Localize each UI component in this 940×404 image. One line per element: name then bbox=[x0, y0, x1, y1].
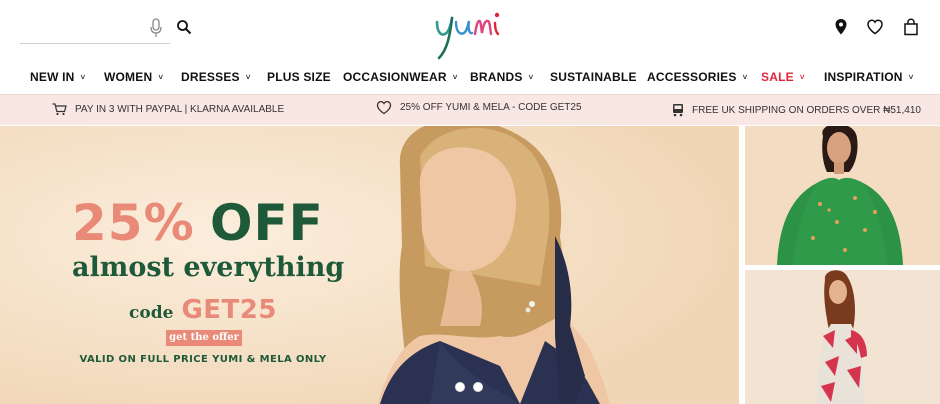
carousel-dot-2[interactable] bbox=[473, 382, 483, 392]
get-the-offer-button[interactable]: get the offer bbox=[166, 330, 242, 346]
nav-item-new-in[interactable]: NEW IN ˅ bbox=[30, 70, 85, 84]
product-tile-green-top[interactable] bbox=[745, 126, 940, 265]
hero-discount-off: OFF bbox=[210, 194, 324, 252]
hero-terms: VALID ON FULL PRICE YUMI & MELA ONLY bbox=[79, 354, 327, 365]
shopping-bag-icon[interactable] bbox=[902, 18, 920, 36]
nav-item-label: ACCESSORIES bbox=[647, 70, 737, 84]
hero-subtitle: almost everything bbox=[72, 252, 345, 283]
chevron-down-icon: ˅ bbox=[452, 73, 458, 82]
chevron-down-icon: ˅ bbox=[799, 73, 805, 82]
promo-item-shipping[interactable]: FREE UK SHIPPING ON ORDERS OVER ₦51,410 bbox=[672, 103, 921, 117]
nav-item-brands[interactable]: BRANDS ˅ bbox=[470, 70, 533, 84]
nav-item-women[interactable]: WOMEN ˅ bbox=[104, 70, 163, 84]
delivery-truck-icon bbox=[673, 104, 683, 117]
nav-item-label: SALE bbox=[761, 70, 794, 84]
nav-item-label: WOMEN bbox=[104, 70, 153, 84]
nav-item-label: INSPIRATION bbox=[824, 70, 903, 84]
chevron-down-icon: ˅ bbox=[158, 73, 164, 82]
hero-code-value: GET25 bbox=[181, 295, 277, 325]
chevron-down-icon: ˅ bbox=[245, 73, 251, 82]
nav-item-accessories[interactable]: ACCESSORIES ˅ bbox=[647, 70, 747, 84]
search-icon[interactable] bbox=[176, 19, 192, 35]
nav-item-label: SUSTAINABLE bbox=[550, 70, 637, 84]
carousel-dot-1[interactable] bbox=[455, 382, 465, 392]
promo-item-discount[interactable]: 25% OFF YUMI & MELA - CODE GET25 bbox=[376, 100, 582, 115]
hero-banner[interactable]: 25% OFF almost everything code GET25 get … bbox=[0, 126, 739, 404]
nav-item-label: BRANDS bbox=[470, 70, 523, 84]
nav-item-plus-size[interactable]: PLUS SIZE bbox=[267, 70, 331, 84]
nav-item-sustainable[interactable]: SUSTAINABLE bbox=[550, 70, 637, 84]
promo-text: FREE UK SHIPPING ON ORDERS OVER ₦51,410 bbox=[692, 104, 921, 116]
chevron-down-icon: ˅ bbox=[528, 73, 534, 82]
heart-icon[interactable] bbox=[866, 18, 884, 36]
chevron-down-icon: ˅ bbox=[742, 73, 748, 82]
promo-strip: PAY IN 3 WITH PAYPAL | KLARNA AVAILABLE … bbox=[0, 94, 940, 125]
promo-text: PAY IN 3 WITH PAYPAL | KLARNA AVAILABLE bbox=[75, 104, 285, 115]
product-image bbox=[745, 126, 940, 265]
microphone-icon[interactable] bbox=[148, 18, 164, 38]
chevron-down-icon: ˅ bbox=[80, 73, 86, 82]
chevron-down-icon: ˅ bbox=[908, 73, 914, 82]
hero-code-label: code bbox=[129, 303, 174, 323]
location-pin-icon[interactable] bbox=[832, 18, 850, 36]
promo-text: 25% OFF YUMI & MELA - CODE GET25 bbox=[400, 102, 582, 113]
hero-discount-percent: 25% bbox=[72, 194, 195, 252]
hero-promo-code: code GET25 bbox=[72, 295, 334, 325]
nav-item-sale[interactable]: SALE ˅ bbox=[761, 70, 805, 84]
site-header bbox=[0, 0, 940, 62]
nav-item-dresses[interactable]: DRESSES ˅ bbox=[181, 70, 251, 84]
nav-item-label: NEW IN bbox=[30, 70, 75, 84]
product-tile-red-print[interactable] bbox=[745, 270, 940, 404]
yumi-logo[interactable] bbox=[425, 6, 515, 62]
nav-item-label: PLUS SIZE bbox=[267, 70, 331, 84]
nav-item-label: DRESSES bbox=[181, 70, 240, 84]
cart-icon bbox=[52, 103, 67, 116]
nav-item-inspiration[interactable]: INSPIRATION ˅ bbox=[824, 70, 914, 84]
main-nav: NEW IN ˅ WOMEN ˅ DRESSES ˅ PLUS SIZE OCCASI… bbox=[0, 64, 940, 92]
promo-item-paypal[interactable]: PAY IN 3 WITH PAYPAL | KLARNA AVAILABLE bbox=[52, 103, 284, 116]
nav-item-label: OCCASIONWEAR bbox=[343, 70, 447, 84]
nav-item-occasionwear[interactable]: OCCASIONWEAR ˅ bbox=[343, 70, 458, 84]
product-image bbox=[745, 270, 940, 404]
search-input[interactable] bbox=[20, 16, 170, 44]
heart-icon bbox=[376, 100, 392, 115]
